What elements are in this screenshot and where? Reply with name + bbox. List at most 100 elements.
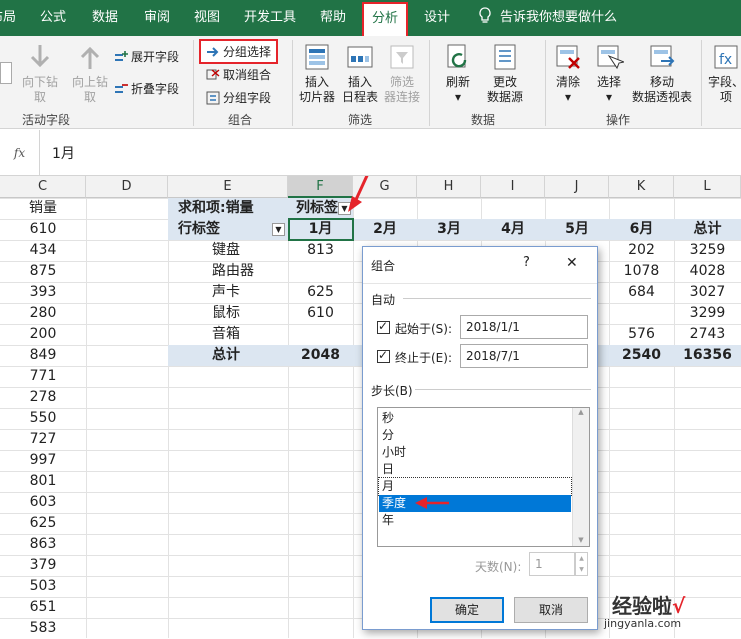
pivot-row-name[interactable]: 键盘 bbox=[212, 240, 240, 261]
move-pivottable-button[interactable]: 移动 数据透视表 bbox=[630, 42, 694, 105]
pivot-jan-cell[interactable]: 625 bbox=[288, 282, 353, 303]
tab-view[interactable]: 视图 bbox=[194, 0, 220, 36]
column-header-h[interactable]: H bbox=[417, 176, 481, 198]
pivot-total-jan[interactable]: 2048 bbox=[288, 345, 353, 366]
pivot-total-cell[interactable]: 4028 bbox=[674, 261, 741, 282]
sales-cell[interactable]: 875 bbox=[0, 261, 86, 282]
sales-cell[interactable]: 280 bbox=[0, 303, 86, 324]
fields-items-button[interactable]: fx 字段、项 bbox=[706, 42, 741, 105]
step-list-item[interactable]: 年 bbox=[379, 512, 571, 529]
sales-cell[interactable]: 625 bbox=[0, 513, 86, 534]
sales-cell[interactable]: 603 bbox=[0, 492, 86, 513]
tell-me-search[interactable]: 告诉我你想要做什么 bbox=[500, 0, 617, 36]
tab-layout[interactable]: 布局 bbox=[0, 0, 16, 36]
group-selection-button[interactable]: 分组选择 bbox=[199, 39, 279, 64]
clear-button[interactable]: 清除 ▾ bbox=[551, 42, 585, 105]
help-icon[interactable]: ? bbox=[523, 255, 530, 270]
tab-data[interactable]: 数据 bbox=[92, 0, 118, 36]
pivot-row-name[interactable]: 音箱 bbox=[212, 324, 240, 345]
tab-help[interactable]: 帮助 bbox=[320, 0, 346, 36]
pivot-grand-total[interactable]: 16356 bbox=[674, 345, 741, 366]
tab-review[interactable]: 审阅 bbox=[144, 0, 170, 36]
cancel-button[interactable]: 取消 bbox=[514, 597, 588, 623]
start-auto-checkbox[interactable] bbox=[377, 319, 390, 334]
pivot-jun-cell[interactable]: 684 bbox=[609, 282, 674, 303]
sales-cell[interactable]: 771 bbox=[0, 366, 86, 387]
days-spinner-icon[interactable]: ▲ ▼ bbox=[575, 552, 588, 576]
column-c-header-cell[interactable]: 销量 bbox=[0, 198, 86, 219]
fx-icon[interactable]: fx bbox=[0, 130, 40, 176]
close-icon[interactable]: ✕ bbox=[566, 255, 578, 271]
pivot-jan-cell[interactable] bbox=[288, 261, 353, 282]
sales-cell[interactable]: 997 bbox=[0, 450, 86, 471]
column-header-d[interactable]: D bbox=[86, 176, 168, 198]
start-date-input[interactable]: 2018/1/1 bbox=[460, 315, 588, 339]
column-header-j[interactable]: J bbox=[545, 176, 609, 198]
sales-cell[interactable]: 393 bbox=[0, 282, 86, 303]
formula-input[interactable]: 1月 bbox=[52, 143, 75, 163]
insert-slicer-button[interactable]: 插入 切片器 bbox=[296, 42, 338, 105]
pivot-total-jun[interactable]: 2540 bbox=[609, 345, 674, 366]
change-data-source-button[interactable]: 更改 数据源 bbox=[482, 42, 528, 105]
active-field-input[interactable] bbox=[0, 62, 12, 84]
column-header-e[interactable]: E bbox=[168, 176, 288, 198]
tab-design[interactable]: 设计 bbox=[424, 0, 450, 36]
group-field-button[interactable]: 分组字段 bbox=[206, 89, 271, 106]
days-input[interactable]: 1 bbox=[529, 552, 575, 576]
pivot-month-header[interactable]: 1月 bbox=[288, 219, 353, 240]
end-auto-checkbox[interactable] bbox=[377, 348, 390, 363]
step-list-item[interactable]: 日 bbox=[379, 461, 571, 478]
step-list-item[interactable]: 季度 bbox=[379, 495, 571, 512]
tab-formulas[interactable]: 公式 bbox=[40, 0, 66, 36]
pivot-grand-total-label[interactable]: 总计 bbox=[212, 345, 240, 366]
sales-cell[interactable]: 379 bbox=[0, 555, 86, 576]
step-list-item[interactable]: 秒 bbox=[379, 410, 571, 427]
collapse-field-button[interactable]: 折叠字段 bbox=[114, 80, 179, 97]
tab-developer[interactable]: 开发工具 bbox=[244, 0, 296, 36]
pivot-jan-cell[interactable] bbox=[288, 324, 353, 345]
pivot-row-name[interactable]: 鼠标 bbox=[212, 303, 240, 324]
column-header-k[interactable]: K bbox=[609, 176, 674, 198]
pivot-jun-cell[interactable] bbox=[609, 303, 674, 324]
drill-down-button[interactable]: 向下钻取 bbox=[16, 42, 64, 105]
pivot-jun-cell[interactable]: 576 bbox=[609, 324, 674, 345]
sales-cell[interactable]: 550 bbox=[0, 408, 86, 429]
step-list-item[interactable]: 分 bbox=[379, 427, 571, 444]
sales-cell[interactable]: 503 bbox=[0, 576, 86, 597]
sales-cell[interactable]: 727 bbox=[0, 429, 86, 450]
ok-button[interactable]: 确定 bbox=[430, 597, 504, 623]
pivot-total-cell[interactable]: 3027 bbox=[674, 282, 741, 303]
refresh-button[interactable]: 刷新 ▾ bbox=[436, 42, 480, 105]
sales-cell[interactable]: 434 bbox=[0, 240, 86, 261]
pivot-jun-cell[interactable]: 202 bbox=[609, 240, 674, 261]
sales-cell[interactable]: 651 bbox=[0, 597, 86, 618]
sales-cell[interactable]: 583 bbox=[0, 618, 86, 639]
ungroup-button[interactable]: 取消组合 bbox=[206, 66, 271, 83]
sales-cell[interactable]: 849 bbox=[0, 345, 86, 366]
pivot-total-cell[interactable]: 3299 bbox=[674, 303, 741, 324]
sales-cell[interactable]: 801 bbox=[0, 471, 86, 492]
step-list-item[interactable]: 月 bbox=[378, 477, 572, 496]
end-date-input[interactable]: 2018/7/1 bbox=[460, 344, 588, 368]
pivot-total-cell[interactable]: 3259 bbox=[674, 240, 741, 261]
insert-timeline-button[interactable]: 插入 日程表 bbox=[340, 42, 380, 105]
column-header-l[interactable]: L bbox=[674, 176, 741, 198]
row-filter-dropdown-icon[interactable]: ▼ bbox=[272, 223, 285, 236]
tab-analyze[interactable]: 分析 bbox=[362, 2, 409, 36]
pivot-row-name[interactable]: 声卡 bbox=[212, 282, 240, 303]
filter-connections-button[interactable]: 筛选 器连接 bbox=[382, 42, 422, 105]
pivot-total-cell[interactable]: 2743 bbox=[674, 324, 741, 345]
select-button[interactable]: 选择 ▾ bbox=[592, 42, 626, 105]
column-header-c[interactable]: C bbox=[0, 176, 86, 198]
step-list-item[interactable]: 小时 bbox=[379, 444, 571, 461]
sales-cell[interactable]: 610 bbox=[0, 219, 86, 240]
step-listbox[interactable]: 秒分小时日月季度年 ▲ ▼ bbox=[377, 407, 590, 547]
pivot-jan-cell[interactable]: 610 bbox=[288, 303, 353, 324]
column-header-i[interactable]: I bbox=[481, 176, 545, 198]
scroll-up-icon[interactable]: ▲ bbox=[573, 408, 589, 416]
sales-cell[interactable]: 278 bbox=[0, 387, 86, 408]
drill-up-button[interactable]: 向上钻取 bbox=[68, 42, 112, 105]
sales-cell[interactable]: 200 bbox=[0, 324, 86, 345]
pivot-jan-cell[interactable]: 813 bbox=[288, 240, 353, 261]
expand-field-button[interactable]: 展开字段 bbox=[114, 48, 179, 65]
